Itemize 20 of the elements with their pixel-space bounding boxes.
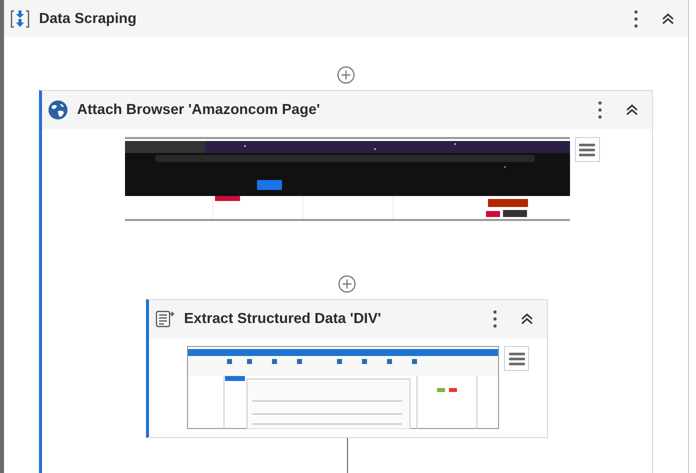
more-icon [493,310,497,328]
menu-button[interactable] [574,137,600,162]
sequence-icon [10,8,30,28]
double-chevron-up-icon [520,313,534,325]
add-icon [338,275,356,293]
add-activity-button[interactable] [338,275,356,293]
menu-button[interactable] [504,346,529,371]
more-icon [634,10,638,28]
activity-title: Data Scraping [39,10,136,26]
globe-icon [48,100,68,120]
menu-icon [579,142,595,156]
double-chevron-up-icon [625,104,639,116]
document-icon [155,309,175,329]
add-activity-button[interactable] [337,66,355,84]
more-icon [598,101,602,119]
activity-title: Extract Structured Data 'DIV' [184,311,382,327]
menu-icon [508,352,524,366]
activity-title: Attach Browser 'Amazoncom Page' [77,102,320,118]
double-chevron-up-icon [661,12,675,24]
add-icon [337,66,355,84]
